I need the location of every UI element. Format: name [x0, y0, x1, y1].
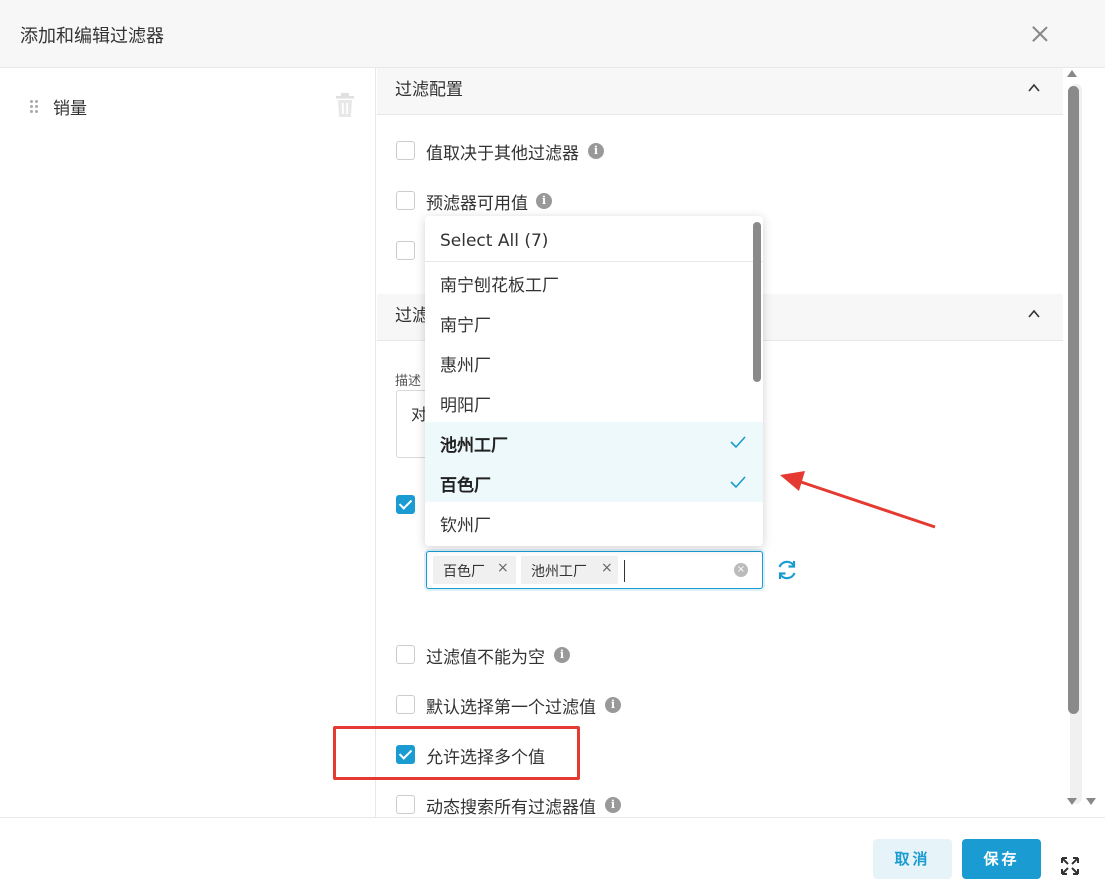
refresh-icon[interactable] — [775, 558, 799, 582]
modal-header: 添加和编辑过滤器 — [0, 0, 1105, 68]
tag-label: 池州工厂 — [531, 564, 587, 580]
checkbox[interactable] — [396, 495, 415, 514]
dropdown-option[interactable]: 明阳厂 — [425, 382, 763, 422]
checkbox[interactable] — [396, 191, 415, 210]
value-dropdown: Select All (7) 南宁刨花板工厂 南宁厂 惠州厂 明阳厂 池州工厂 … — [425, 216, 763, 546]
option-label: 默认选择第一个过滤值 — [426, 698, 596, 718]
tag-remove-icon[interactable]: × — [497, 560, 509, 576]
section-title: 过滤配置 — [395, 80, 463, 100]
checkbox[interactable] — [396, 795, 415, 814]
save-button[interactable]: 保存 — [962, 839, 1041, 879]
selected-tag: 池州工厂 × — [521, 556, 618, 584]
default-value-select[interactable]: 百色厂 × 池州工厂 × × — [426, 551, 763, 589]
checkbox[interactable] — [396, 241, 415, 260]
dropdown-option[interactable]: 惠州厂 — [425, 342, 763, 382]
info-icon[interactable]: i — [536, 193, 552, 209]
option-text: 南宁厂 — [440, 316, 491, 336]
chevron-up-icon[interactable] — [1028, 82, 1040, 94]
select-all-option[interactable]: Select All (7) — [425, 216, 763, 262]
option-label: 值取决于其他过滤器 — [426, 144, 579, 164]
option-text: 池州工厂 — [440, 436, 508, 456]
tag-remove-icon[interactable]: × — [601, 560, 613, 576]
option-text: 惠州厂 — [440, 356, 491, 376]
scroll-down-icon[interactable] — [1086, 798, 1096, 805]
info-icon[interactable]: i — [605, 697, 621, 713]
modal-title: 添加和编辑过滤器 — [20, 26, 164, 47]
trash-icon[interactable] — [334, 92, 356, 118]
clear-icon[interactable]: × — [734, 563, 748, 577]
info-icon[interactable]: i — [588, 143, 604, 159]
check-icon — [730, 476, 746, 489]
drag-handle-icon[interactable] — [30, 100, 38, 114]
checkbox[interactable] — [396, 695, 415, 714]
modal-footer: 取消 保存 — [0, 817, 1105, 894]
cancel-button[interactable]: 取消 — [873, 839, 952, 879]
annotation-highlight-box — [333, 726, 580, 780]
option-text: 明阳厂 — [440, 396, 491, 416]
filter-list-item[interactable]: 销量 — [0, 88, 375, 124]
check-icon — [730, 436, 746, 449]
description-label: 描述 — [395, 374, 422, 389]
scroll-thumb[interactable] — [1068, 86, 1079, 714]
info-icon[interactable]: i — [605, 797, 621, 813]
option-text: 南宁刨花板工厂 — [440, 276, 559, 296]
filter-config-section-header[interactable]: 过滤配置 — [377, 68, 1063, 115]
select-all-label: Select All (7) — [440, 231, 549, 251]
section-title: 过滤 — [395, 306, 429, 326]
checkbox[interactable] — [396, 645, 415, 664]
panel-scrollbar[interactable] — [1063, 68, 1105, 817]
dropdown-scroll-thumb[interactable] — [753, 222, 761, 382]
dropdown-option[interactable]: 南宁刨花板工厂 — [425, 262, 763, 302]
option-text: 钦州厂 — [440, 516, 491, 536]
annotation-arrow — [780, 471, 936, 529]
chevron-up-icon[interactable] — [1028, 308, 1040, 320]
dropdown-option-selected[interactable]: 池州工厂 — [425, 422, 763, 462]
close-icon[interactable] — [1028, 22, 1052, 46]
text-cursor — [624, 560, 625, 582]
scroll-up-icon[interactable] — [1067, 70, 1077, 77]
info-icon[interactable]: i — [554, 647, 570, 663]
filter-list-panel: 销量 — [0, 68, 376, 817]
dropdown-option[interactable]: 钦州厂 — [425, 502, 763, 542]
dropdown-option[interactable]: 南宁厂 — [425, 302, 763, 342]
dropdown-option-selected[interactable]: 百色厂 — [425, 462, 763, 502]
tag-label: 百色厂 — [443, 564, 485, 580]
option-text: 百色厂 — [440, 476, 491, 496]
option-label: 预滤器可用值 — [426, 194, 528, 214]
expand-icon[interactable] — [1060, 856, 1080, 876]
selected-tag: 百色厂 × — [433, 556, 516, 584]
checkbox[interactable] — [396, 141, 415, 160]
filter-item-label: 销量 — [53, 99, 87, 119]
option-label: 动态搜索所有过滤器值 — [426, 798, 596, 817]
option-label: 过滤值不能为空 — [426, 648, 545, 668]
scroll-down-icon[interactable] — [1067, 798, 1077, 805]
